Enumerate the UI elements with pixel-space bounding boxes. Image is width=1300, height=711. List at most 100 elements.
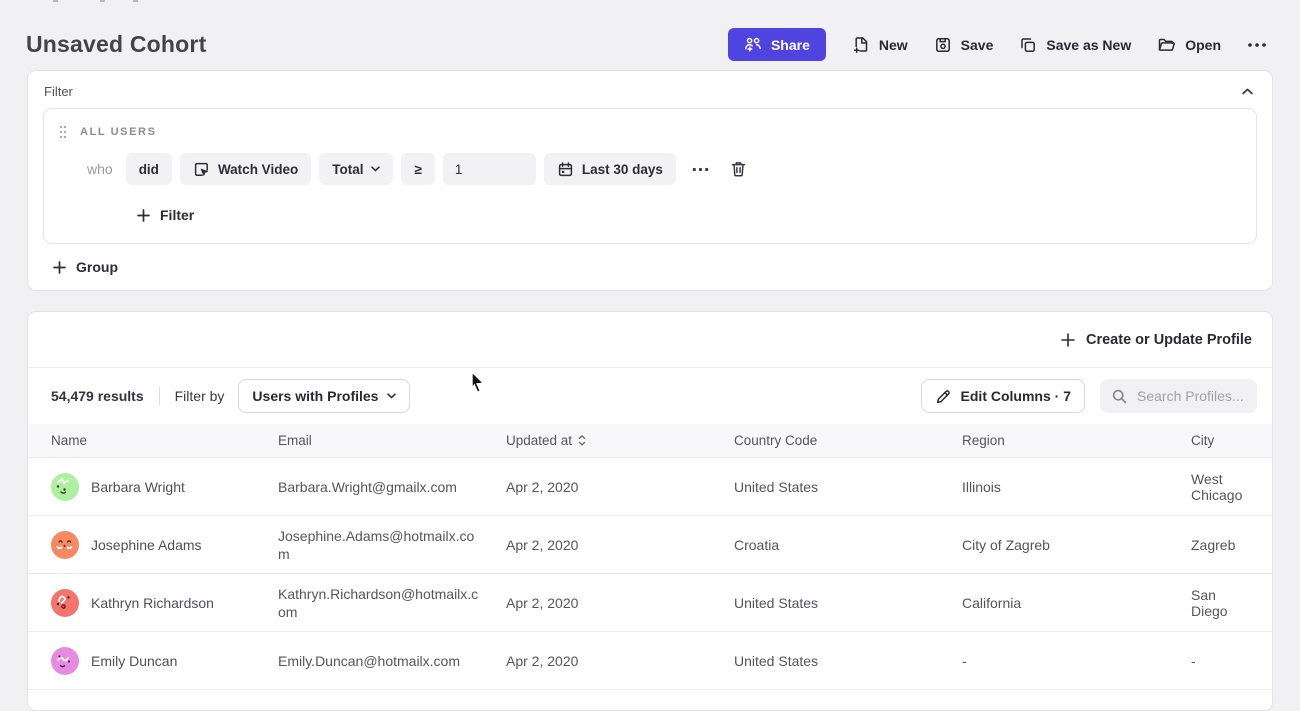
- column-header-name[interactable]: Name: [51, 433, 278, 448]
- profile-country-code: Croatia: [734, 537, 962, 553]
- search-profiles-input[interactable]: [1137, 388, 1247, 404]
- profile-updated-at: Apr 2, 2020: [506, 595, 734, 611]
- results-count: 54,479 results: [51, 388, 144, 404]
- profile-updated-at: Apr 2, 2020: [506, 479, 734, 495]
- create-or-update-profile-label: Create or Update Profile: [1086, 332, 1252, 348]
- page-header: Unsaved Cohort Share New: [0, 0, 1300, 72]
- profile-city: -: [1191, 653, 1272, 669]
- profile-region: Illinois: [962, 479, 1191, 495]
- chevron-up-icon: [1242, 88, 1253, 95]
- sort-icon: [578, 435, 586, 446]
- event-label: Watch Video: [218, 162, 298, 177]
- did-chip[interactable]: did: [126, 153, 172, 185]
- avatar: [51, 473, 79, 501]
- avatar: [51, 589, 79, 617]
- profile-updated-at: Apr 2, 2020: [506, 653, 734, 669]
- calendar-icon: [557, 161, 574, 178]
- condition-more-button[interactable]: [690, 165, 711, 174]
- profile-country-code: United States: [734, 653, 962, 669]
- filter-condition-row: who did Watch Video Total: [59, 153, 1241, 185]
- profile-city: San Diego: [1191, 587, 1272, 619]
- filter-by-label: Filter by: [175, 388, 225, 404]
- create-or-update-profile-button[interactable]: Create or Update Profile: [1061, 332, 1252, 348]
- aggregation-label: Total: [332, 162, 363, 177]
- date-range-chip[interactable]: Last 30 days: [544, 153, 676, 185]
- results-topbar: Create or Update Profile: [28, 312, 1272, 368]
- save-label: Save: [961, 37, 994, 53]
- profile-name: Barbara Wright: [91, 479, 185, 495]
- edit-columns-button[interactable]: Edit Columns · 7: [921, 379, 1085, 413]
- add-filter-label: Filter: [160, 207, 194, 223]
- pencil-icon: [935, 388, 952, 405]
- profile-country-code: United States: [734, 595, 962, 611]
- profile-name: Emily Duncan: [91, 653, 177, 669]
- column-header-city[interactable]: City: [1191, 433, 1272, 448]
- chevron-down-icon: [387, 393, 396, 399]
- profile-email: Josephine.Adams@hotmailx.com: [278, 527, 506, 563]
- profile-email: Barbara.Wright@gmailx.com: [278, 478, 506, 496]
- column-header-country-code[interactable]: Country Code: [734, 433, 962, 448]
- chevron-down-icon: [371, 166, 380, 172]
- drag-handle-icon[interactable]: [59, 125, 67, 139]
- add-filter-button[interactable]: Filter: [137, 207, 194, 223]
- save-icon: [934, 36, 952, 54]
- new-button[interactable]: New: [852, 36, 908, 54]
- updated-at-label: Updated at: [506, 433, 572, 448]
- profiles-dropdown-label: Users with Profiles: [252, 388, 378, 404]
- profile-email: Emily.Duncan@hotmailx.com: [278, 652, 506, 670]
- filter-group-label: ALL USERS: [80, 126, 157, 138]
- profile-name: Josephine Adams: [91, 537, 202, 553]
- column-header-region[interactable]: Region: [962, 433, 1191, 448]
- filter-group-card: ALL USERS who did Watch Video Total: [43, 108, 1257, 244]
- filter-panel-label: Filter: [44, 84, 73, 99]
- profile-region: -: [962, 653, 1191, 669]
- cursor-click-icon: [193, 161, 210, 178]
- results-toolbar: 54,479 results Filter by Users with Prof…: [28, 368, 1272, 424]
- file-plus-icon: [852, 36, 870, 54]
- table-row[interactable]: Kathryn Richardson Kathryn.Richardson@ho…: [28, 574, 1272, 632]
- avatar: [51, 531, 79, 559]
- value-input[interactable]: [443, 153, 536, 185]
- aggregation-dropdown-chip[interactable]: Total: [319, 153, 393, 185]
- add-group-button[interactable]: Group: [53, 259, 118, 275]
- share-button[interactable]: Share: [728, 28, 826, 61]
- ellipsis-icon: [692, 167, 709, 172]
- column-header-email[interactable]: Email: [278, 433, 506, 448]
- save-button[interactable]: Save: [934, 36, 994, 54]
- operator-chip[interactable]: ≥: [401, 153, 434, 185]
- table-row[interactable]: Barbara Wright Barbara.Wright@gmailx.com…: [28, 458, 1272, 516]
- profile-email: Kathryn.Richardson@hotmailx.com: [278, 585, 506, 621]
- did-label: did: [139, 162, 159, 177]
- table-header-row: Name Email Updated at Country Code Regio…: [28, 424, 1272, 458]
- save-as-new-button[interactable]: Save as New: [1019, 36, 1131, 54]
- avatar: [51, 647, 79, 675]
- search-icon: [1111, 388, 1128, 405]
- save-as-new-label: Save as New: [1046, 37, 1131, 53]
- more-actions-button[interactable]: [1247, 42, 1267, 48]
- event-chip[interactable]: Watch Video: [180, 153, 311, 185]
- filter-panel: Filter ALL USERS who did: [27, 70, 1273, 291]
- trash-icon: [730, 160, 747, 178]
- table-row[interactable]: Josephine Adams Josephine.Adams@hotmailx…: [28, 516, 1272, 574]
- page-title: Unsaved Cohort: [26, 31, 206, 58]
- toolbar-divider: [159, 387, 160, 405]
- profile-updated-at: Apr 2, 2020: [506, 537, 734, 553]
- folder-open-icon: [1157, 36, 1176, 54]
- filter-group-header: ALL USERS: [59, 125, 1241, 139]
- open-button[interactable]: Open: [1157, 36, 1221, 54]
- table-row[interactable]: Emily Duncan Emily.Duncan@hotmailx.com A…: [28, 632, 1272, 690]
- profile-region: California: [962, 595, 1191, 611]
- profile-city: Zagreb: [1191, 537, 1272, 553]
- users-plus-icon: [744, 36, 762, 53]
- profiles-search: [1100, 379, 1257, 413]
- results-panel: Create or Update Profile 54,479 results …: [27, 311, 1273, 711]
- who-label: who: [87, 161, 113, 177]
- column-header-updated-at[interactable]: Updated at: [506, 433, 734, 448]
- delete-condition-button[interactable]: [728, 158, 749, 180]
- collapse-filter-button[interactable]: [1240, 86, 1255, 97]
- profiles-filter-dropdown[interactable]: Users with Profiles: [238, 379, 410, 413]
- profile-name: Kathryn Richardson: [91, 595, 214, 611]
- date-range-label: Last 30 days: [582, 162, 663, 177]
- share-label: Share: [771, 37, 810, 53]
- plus-icon: [53, 261, 66, 274]
